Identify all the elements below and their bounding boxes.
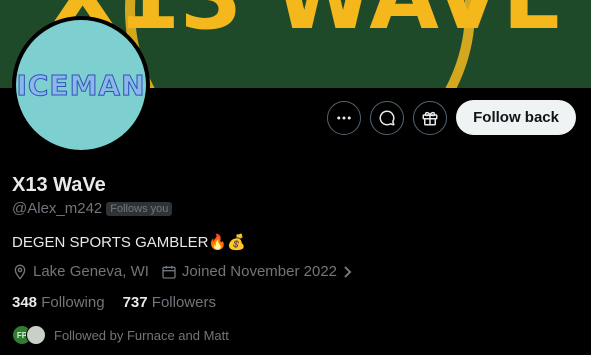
profile-bio: DEGEN SPORTS GAMBLER🔥💰: [12, 234, 246, 251]
follower-avatar: [26, 325, 46, 345]
followers-count: 737: [122, 294, 148, 311]
more-horizontal-icon: [337, 116, 351, 119]
message-button[interactable]: [370, 100, 405, 135]
joined-item[interactable]: Joined November 2022: [161, 263, 354, 280]
profile-handle: @Alex_m242: [12, 200, 103, 217]
profile-meta: Lake Geneva, WI Joined November 2022: [12, 263, 354, 280]
calendar-icon: [162, 265, 176, 279]
follow-stats: 348 Following 737 Followers: [12, 294, 216, 311]
location-pin-icon: [14, 264, 26, 280]
handle-row: @Alex_m242 Follows you: [12, 200, 173, 217]
location-text: Lake Geneva, WI: [33, 263, 149, 280]
more-button[interactable]: [327, 100, 362, 135]
followers-label: Followers: [151, 294, 216, 311]
location-item: Lake Geneva, WI: [12, 263, 149, 280]
gift-icon: [422, 111, 438, 125]
followed-by-avatars: FP: [12, 325, 46, 345]
following-link[interactable]: 348 Following: [12, 294, 105, 311]
following-label: Following: [41, 294, 105, 311]
message-icon: [379, 110, 395, 125]
followed-by-text: Followed by Furnace and Matt: [54, 327, 229, 343]
following-count: 348: [12, 294, 38, 311]
profile-actions: Follow back: [327, 100, 576, 135]
chevron-right-icon: [344, 265, 352, 278]
avatar-image: ICEMAN: [16, 20, 146, 150]
avatar-text: ICEMAN: [16, 68, 146, 102]
subscribe-button[interactable]: [413, 100, 448, 135]
profile-name: X13 WaVe: [12, 174, 106, 196]
followed-by[interactable]: FP Followed by Furnace and Matt: [12, 325, 229, 345]
followers-link[interactable]: 737 Followers: [123, 294, 216, 311]
follows-you-badge: Follows you: [106, 201, 173, 216]
profile-avatar[interactable]: ICEMAN: [12, 16, 150, 154]
follow-back-button[interactable]: Follow back: [456, 100, 576, 135]
joined-text: Joined November 2022: [181, 263, 338, 280]
